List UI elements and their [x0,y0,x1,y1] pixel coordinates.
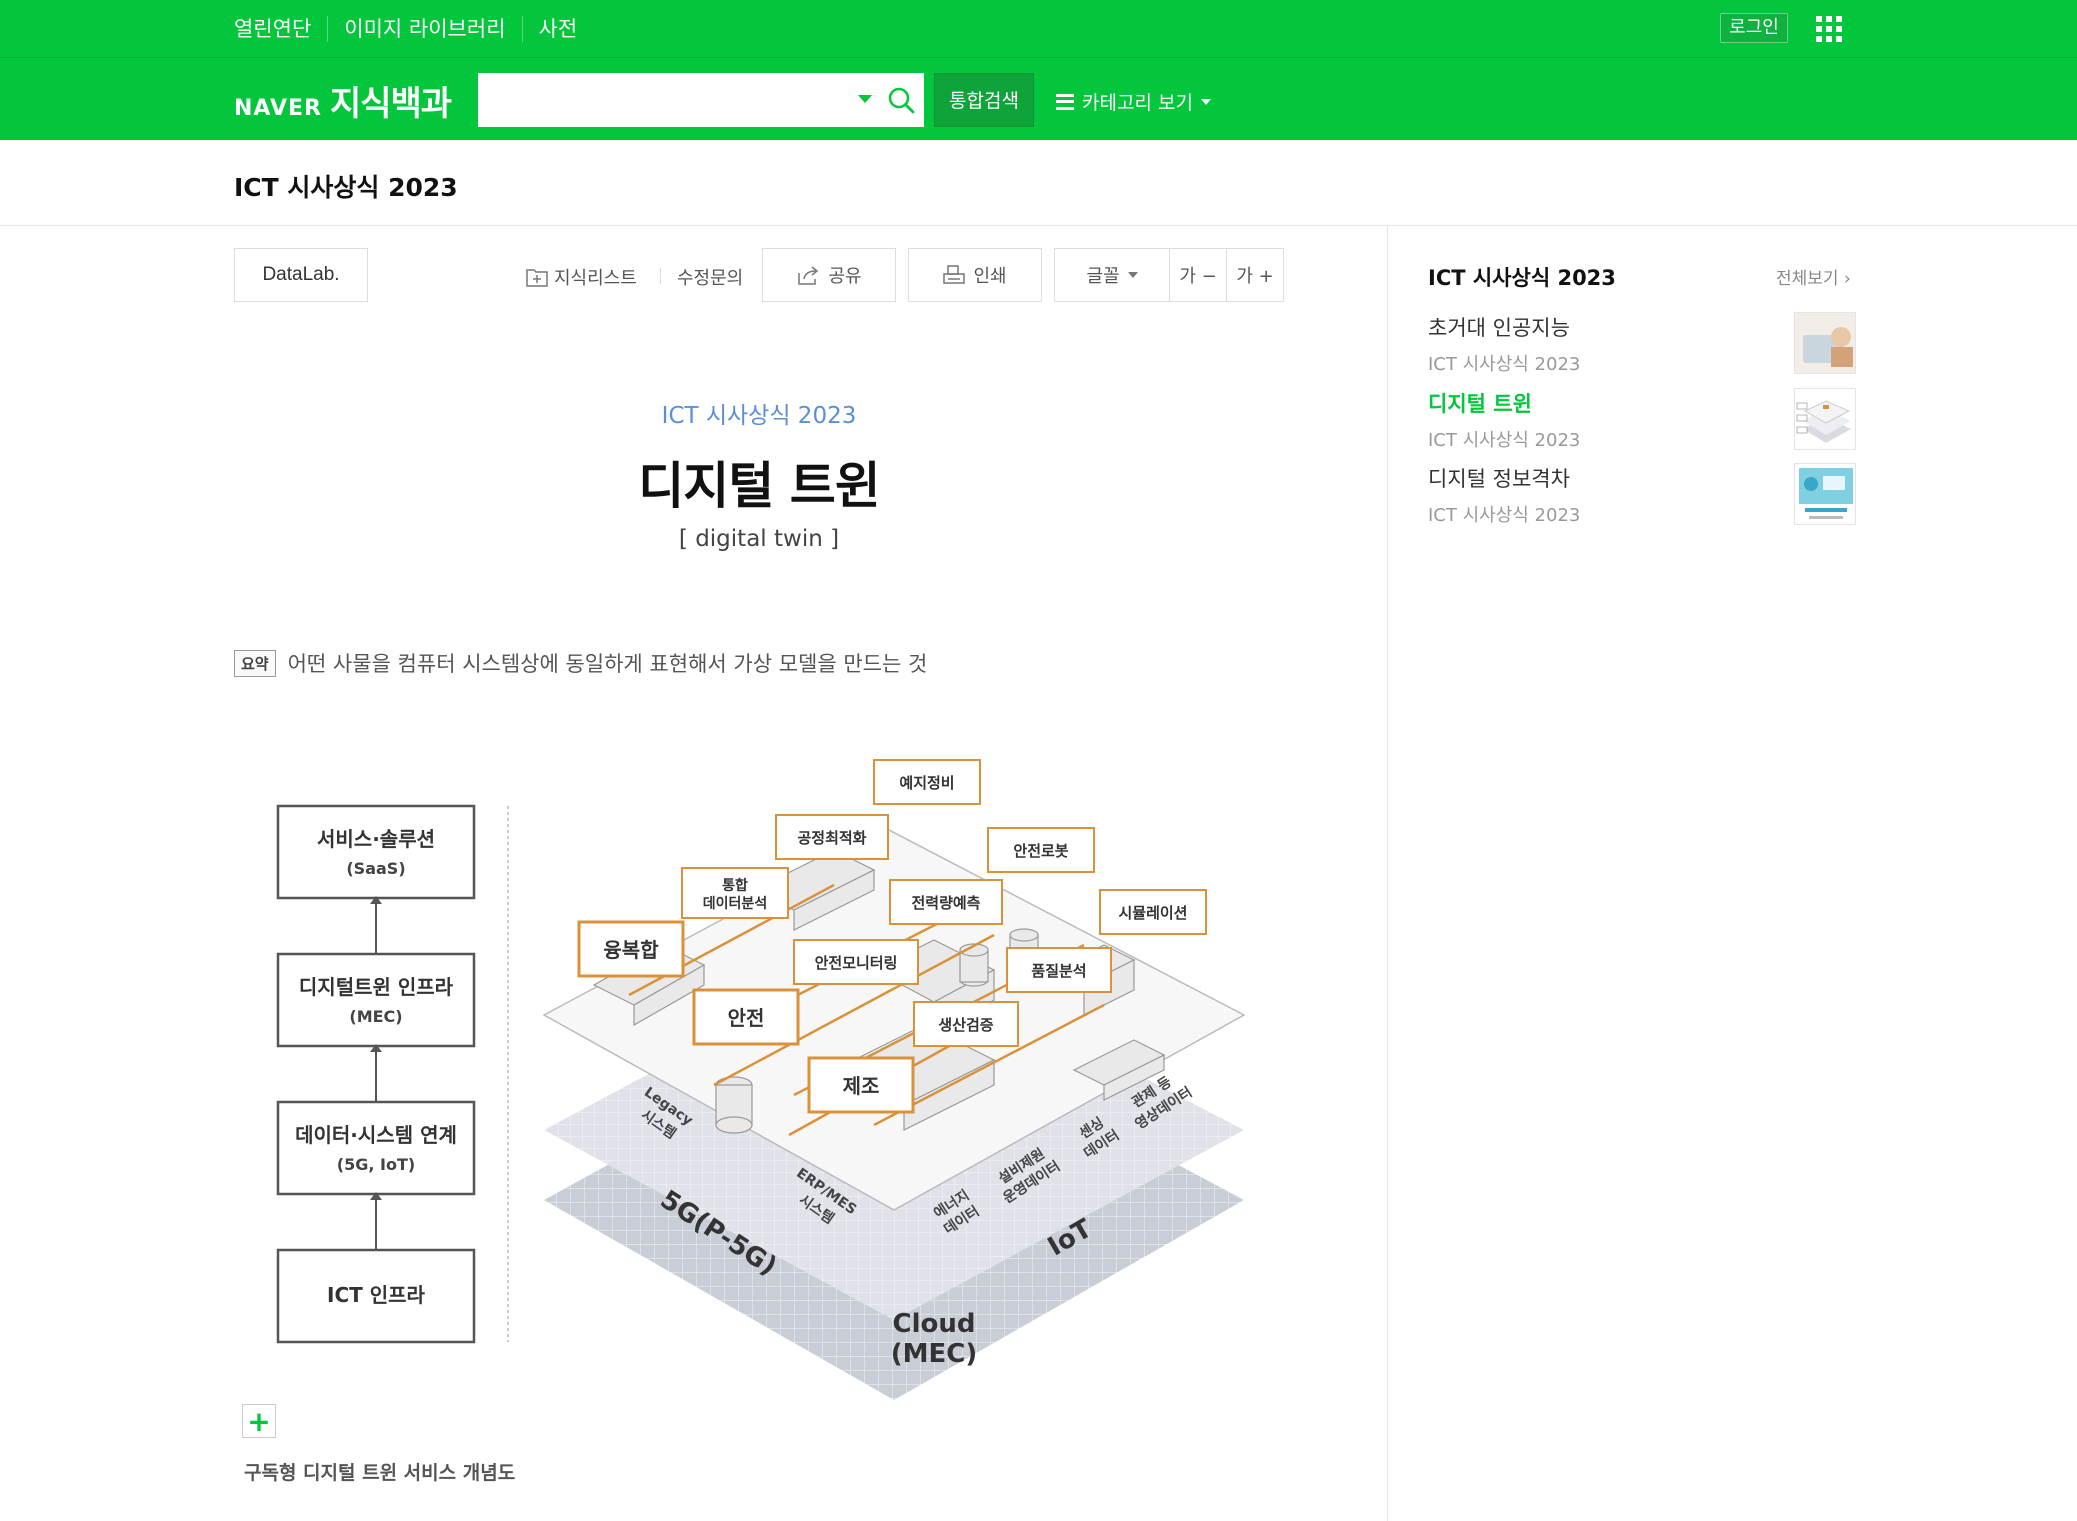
knowledge-list-label: 지식리스트 [554,268,637,289]
thumbnail-image [1794,388,1856,450]
label-safety-monitor: 안전모니터링 [815,954,898,972]
digital-twin-diagram: 서비스·솔루션 (SaaS) 디지털트윈 인프라 (MEC) 데이터·시스템 연… [276,759,1246,1400]
category-view-label: 카테고리 보기 [1082,92,1193,114]
sidebar-title[interactable]: ICT 시사상식 2023 [1428,262,1616,292]
label-quality: 품질분석 [1031,962,1086,980]
article-category[interactable]: ICT 시사상식 2023 [234,396,1284,430]
sidebar-item-digital-twin[interactable]: 디지털 트윈 ICT 시사상식 2023 [1428,388,1856,452]
font-select-button[interactable]: 글꼴 [1054,248,1170,302]
sidebar-item-name: 초거대 인공지능 [1428,316,1570,340]
stack-box-ict: ICT 인프라 [276,1248,476,1344]
edit-request-button[interactable]: 수정문의 [677,264,743,290]
label-power: 전력량예측 [911,894,980,912]
label-convergence: 융복합 [603,938,659,962]
figure-zoom-button[interactable]: + [242,1404,276,1438]
chevron-down-icon [1127,272,1138,278]
sidebar-item-sub: ICT 시사상식 2023 [1428,505,1581,526]
apps-grid-icon[interactable] [1816,16,1842,42]
sidebar-item-sub: ICT 시사상식 2023 [1428,354,1581,375]
list-icon [1056,93,1074,110]
book-title[interactable]: ICT 시사상식 2023 [234,168,458,204]
category-view-button[interactable]: 카테고리 보기 [1056,88,1211,115]
label-mec: (MEC) [891,1339,977,1369]
label-manufacturing: 제조 [843,1074,880,1098]
article-summary: 요약 어떤 사물을 컴퓨터 시스템상에 동일하게 표현해서 가상 모델을 만드는… [234,648,927,678]
sidebar-view-all[interactable]: 전체보기 › [1776,264,1851,289]
sidebar-item-name: 디지털 트윈 [1428,392,1532,416]
stack-box-link: 데이터·시스템 연계 (5G, IoT) [276,1100,476,1196]
print-button[interactable]: 인쇄 [908,248,1042,302]
sidebar-item-sub: ICT 시사상식 2023 [1428,430,1581,451]
article-figure[interactable]: 서비스·솔루션 (SaaS) 디지털트윈 인프라 (MEC) 데이터·시스템 연… [234,740,1284,1400]
stack-title-3: ICT 인프라 [327,1283,426,1307]
total-search-button[interactable]: 통합검색 [934,73,1034,127]
folder-add-icon [526,269,548,287]
summary-text: 어떤 사물을 컴퓨터 시스템상에 동일하게 표현해서 가상 모델을 만드는 것 [287,652,928,676]
thumbnail-image [1794,463,1856,525]
stack-sub-0: (SaaS) [346,859,405,878]
article-toolbar: DataLab. 지식리스트 수정문의 공유 인쇄 글꼴 가 − 가 + [234,248,1284,302]
search-icon[interactable] [886,85,916,115]
search-dropdown-icon[interactable] [858,95,872,103]
thumbnail-image [1794,312,1856,374]
datalab-button[interactable]: DataLab. [234,248,368,302]
stack-sub-2: (5G, IoT) [337,1155,415,1174]
naver-logo-text: NAVER [234,96,322,121]
label-cloud: Cloud [893,1309,976,1339]
column-divider [1387,226,1388,1521]
stack-box-saas: 서비스·솔루션 (SaaS) [276,804,476,900]
stack-title-2: 데이터·시스템 연계 [295,1123,457,1147]
search-header: NAVER 지식백과 통합검색 카테고리 보기 [0,58,2077,140]
knowledge-list-button[interactable]: 지식리스트 [526,264,637,290]
label-safety-robot: 안전로봇 [1013,842,1068,860]
font-label: 글꼴 [1086,266,1120,287]
service-nav: 열린연단 이미지 라이브러리 사전 [234,16,593,42]
print-label: 인쇄 [973,266,1007,287]
article-title: 디지털 트윈 [638,457,880,515]
separator [660,268,661,284]
sidebar-item-digital-divide[interactable]: 디지털 정보격차 ICT 시사상식 2023 [1428,463,1856,527]
stack-box-mec: 디지털트윈 인프라 (MEC) [276,952,476,1048]
summary-tag: 요약 [234,649,276,677]
svg-text:통합: 통합 [722,877,748,894]
label-production: 생산검증 [938,1016,993,1034]
sidebar-item-large-ai[interactable]: 초거대 인공지능 ICT 시사상식 2023 [1428,312,1856,376]
printer-icon [943,265,966,284]
share-label: 공유 [828,266,862,287]
svg-text:데이터분석: 데이터분석 [703,895,767,912]
article-english-title: [ digital twin ] [678,526,840,552]
search-box [478,73,924,127]
sidebar-item-name: 디지털 정보격차 [1428,467,1570,491]
share-button[interactable]: 공유 [762,248,896,302]
book-header: ICT 시사상식 2023 [0,140,2077,226]
figure-caption: 구독형 디지털 트윈 서비스 개념도 [244,1462,516,1484]
dictionary-logo-text: 지식백과 [329,84,452,124]
font-smaller-button[interactable]: 가 − [1169,248,1227,302]
label-safety: 안전 [728,1006,765,1030]
chevron-down-icon [1200,98,1211,105]
nav-image-library[interactable]: 이미지 라이브러리 [328,16,523,42]
login-button[interactable]: 로그인 [1720,13,1788,43]
stack-title-1: 디지털트윈 인프라 [299,975,454,999]
logo[interactable]: NAVER 지식백과 [234,76,452,125]
label-simulation: 시뮬레이션 [1118,904,1187,922]
nav-open-lecture[interactable]: 열린연단 [234,16,329,42]
nav-dictionary[interactable]: 사전 [523,16,594,42]
label-process: 공정최적화 [797,829,866,847]
share-icon [798,266,819,285]
search-input[interactable] [478,73,848,127]
stack-title-0: 서비스·솔루션 [317,827,435,851]
label-predictive: 예지정비 [899,774,954,792]
font-larger-button[interactable]: 가 + [1226,248,1284,302]
stack-sub-1: (MEC) [349,1007,402,1026]
top-bar: 열린연단 이미지 라이브러리 사전 로그인 [0,0,2077,58]
